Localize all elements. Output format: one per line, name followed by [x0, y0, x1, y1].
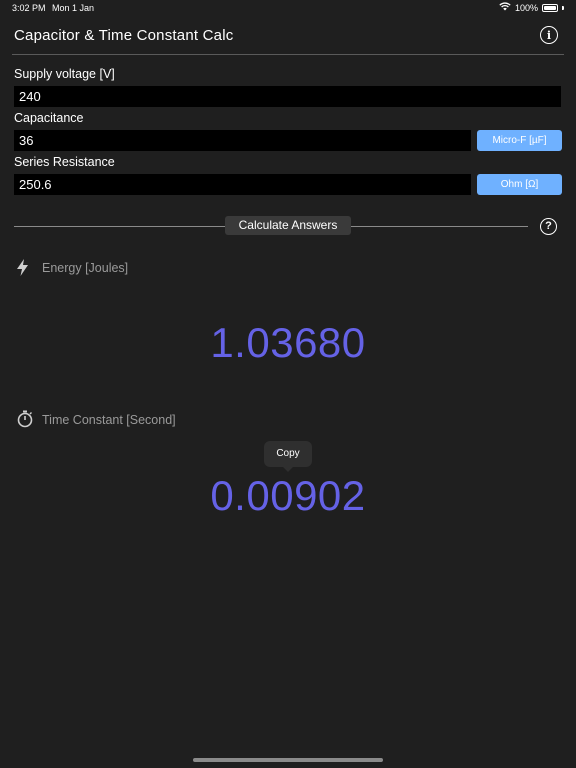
time-constant-label: Time Constant [Second]: [42, 413, 176, 427]
series-resistance-label: Series Resistance: [14, 155, 115, 169]
battery-icon: [542, 3, 558, 12]
energy-value[interactable]: 1.03680: [0, 319, 576, 367]
series-resistance-input[interactable]: 250.6: [14, 174, 471, 195]
status-date: Mon 1 Jan: [52, 3, 95, 13]
energy-label: Energy [Joules]: [42, 261, 129, 275]
status-right: 100%: [499, 2, 564, 13]
battery-percent: 100%: [514, 2, 538, 13]
time-constant-value[interactable]: 0.00902: [0, 472, 576, 520]
supply-voltage-label: Supply voltage [V]: [14, 67, 115, 81]
capacitance-label: Capacitance: [14, 111, 84, 125]
battery-tip: [562, 5, 564, 10]
wifi-icon: [499, 2, 511, 13]
home-indicator[interactable]: [193, 758, 383, 762]
stopwatch-icon: [16, 410, 34, 433]
supply-voltage-input[interactable]: 240: [14, 86, 561, 107]
info-icon[interactable]: i: [540, 26, 558, 44]
app-header: Capacitor & Time Constant Calc i: [0, 20, 576, 54]
status-bar: 3:02 PM Mon 1 Jan 100%: [0, 0, 576, 16]
page-title: Capacitor & Time Constant Calc: [14, 27, 234, 44]
header-divider: [12, 54, 564, 55]
calculate-answers-button[interactable]: Calculate Answers: [225, 216, 351, 235]
copy-tooltip[interactable]: Copy: [264, 441, 312, 472]
resistance-unit-button[interactable]: Ohm [Ω]: [477, 174, 562, 195]
lightning-bolt-icon: [16, 259, 30, 281]
capacitance-unit-button[interactable]: Micro-F [µF]: [477, 130, 562, 151]
capacitance-input[interactable]: 36: [14, 130, 471, 151]
status-time: 3:02 PM: [12, 3, 46, 13]
question-circle-icon[interactable]: ?: [540, 218, 557, 235]
